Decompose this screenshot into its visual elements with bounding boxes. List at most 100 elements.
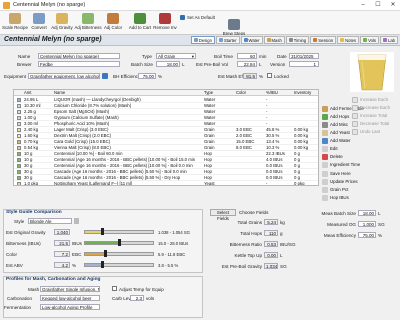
- add-to-cart-button[interactable]: Add to Cart: [128, 12, 152, 34]
- ingredient-type-icon: [17, 128, 21, 132]
- adj-color-button[interactable]: Adj Color: [102, 12, 124, 34]
- equipment-select[interactable]: Grainfather equipment, low alcohol: [28, 73, 100, 79]
- carb-level-input[interactable]: 2.3: [130, 295, 144, 301]
- ingredients-header: Amt Name Type Color %/IBU Inventory: [14, 90, 318, 96]
- side-button-2[interactable]: Add Misc: [322, 121, 348, 128]
- pre-boil-input[interactable]: 22.84: [237, 61, 257, 67]
- tab-water[interactable]: Water: [240, 36, 263, 44]
- inventory-cell: 0 pkg: [294, 181, 305, 186]
- measured-input[interactable]: 18.00: [358, 210, 376, 216]
- fermentation-label: Fermentation: [4, 305, 32, 310]
- side-button-label: Grain Pct: [330, 187, 349, 192]
- tab-lab[interactable]: Lab: [380, 36, 398, 44]
- side-button-9[interactable]: Update Prices: [322, 178, 358, 185]
- side-button-6[interactable]: Delete: [322, 153, 343, 160]
- ingredient-type-icon: [17, 110, 21, 114]
- measured-label: Meas Batch Size: [321, 211, 356, 216]
- action-icon: [352, 120, 358, 127]
- col-inventory[interactable]: Inventory: [294, 90, 311, 96]
- tab-session[interactable]: Session: [310, 36, 337, 44]
- type-label: Type: [142, 54, 152, 59]
- remove-icon: [159, 13, 171, 24]
- tab-label: Mash: [271, 37, 282, 43]
- boil-time-input[interactable]: 60: [237, 53, 257, 59]
- carbonation-select[interactable]: Kegged low-alcohol beer: [40, 295, 100, 301]
- ingredient-type-icon: [17, 140, 21, 144]
- locked-checkbox[interactable]: [267, 73, 272, 78]
- measured-input[interactable]: 75.00: [358, 232, 376, 238]
- tab-notes[interactable]: Notes: [337, 36, 360, 44]
- col-ibu[interactable]: %/IBU: [266, 90, 278, 96]
- ingredient-type-icon: [17, 152, 21, 156]
- maximize-button[interactable]: ☐: [371, 0, 385, 11]
- tab-mash[interactable]: Mash: [263, 36, 285, 44]
- hop-icon: [82, 13, 94, 24]
- tab-starter[interactable]: Starter: [215, 36, 240, 44]
- type-select[interactable]: All Grain ▾: [156, 53, 196, 59]
- mash-profile-select[interactable]: Grainfather Single Infusion, No Sparge: [40, 286, 100, 292]
- glass-action-4[interactable]: Undo Last: [352, 128, 380, 135]
- metric-fill: [85, 264, 102, 266]
- toolbar-label: Set As Default: [187, 15, 215, 20]
- tab-timing[interactable]: Timing: [285, 36, 310, 44]
- tab-design[interactable]: Design: [190, 36, 215, 44]
- side-button-icon: [322, 186, 328, 193]
- glass-action-0[interactable]: Increase Each: [352, 96, 388, 103]
- adj-gravity-button[interactable]: Adj Gravity: [50, 12, 74, 34]
- bh-efficiency-input[interactable]: 75.00: [138, 73, 156, 79]
- brew-steps-button[interactable]: Brew Steps: [222, 12, 246, 36]
- side-button-11[interactable]: Hop IBUs: [322, 194, 349, 201]
- ingredient-type-icon: [17, 182, 21, 185]
- window-title: Centennial Melyn (no sparge): [13, 2, 86, 8]
- set-as-default-button[interactable]: Set As Default: [180, 12, 224, 34]
- adj-bitterness-button[interactable]: Adj Bitterness: [74, 12, 102, 34]
- select-fields-button[interactable]: Select Fields: [210, 209, 236, 221]
- ingredient-type-icon: [17, 146, 21, 150]
- side-button-label: Add Hops: [330, 114, 350, 119]
- side-button-label: Save Here: [330, 171, 351, 176]
- side-button-8[interactable]: Save Here: [322, 170, 351, 177]
- table-row[interactable]: 1.0 pkg Nottingham Yeast (Lallemand F--) …: [14, 181, 318, 186]
- side-button-10[interactable]: Grain Pct: [322, 186, 348, 193]
- side-button-1[interactable]: Add Hops: [322, 113, 349, 120]
- side-button-4[interactable]: Add Water: [322, 137, 351, 144]
- close-button[interactable]: ✕: [386, 0, 400, 11]
- side-button-7[interactable]: Ingredient Time: [322, 161, 360, 168]
- measured-label: Meas Efficiency: [323, 233, 356, 238]
- glass-action-1[interactable]: Decrease Each: [352, 104, 390, 111]
- side-button-icon: [322, 113, 328, 120]
- scale-recipe-button[interactable]: Scale Recipe: [2, 12, 28, 34]
- equipment-value: Grainfather equipment, low alcohol: [30, 74, 100, 79]
- col-color[interactable]: Color: [236, 90, 246, 96]
- timing-icon: [288, 38, 293, 42]
- date-input[interactable]: 31/01/2025: [289, 53, 319, 59]
- style-info-icon[interactable]: [74, 218, 79, 224]
- col-name[interactable]: Name: [54, 90, 65, 96]
- brewer-input[interactable]: Fedbe: [38, 61, 120, 67]
- tab-vols[interactable]: Vols: [360, 36, 379, 44]
- remove-inv-button[interactable]: Remove Inv: [152, 12, 178, 34]
- version-input[interactable]: 1: [289, 61, 319, 67]
- equipment-edit-icon[interactable]: [102, 73, 108, 79]
- batch-size-input[interactable]: 18.00: [156, 61, 180, 67]
- side-button-icon: [322, 121, 328, 128]
- measured-input[interactable]: 1.000: [358, 221, 376, 227]
- col-type[interactable]: Type: [204, 90, 213, 96]
- fermentation-select[interactable]: Low-alcohol Aging Profile: [40, 304, 100, 310]
- toolbar-label: Add to Cart: [128, 25, 152, 30]
- side-button-label: Add Water: [330, 138, 351, 143]
- side-button-5[interactable]: Edit: [322, 145, 338, 152]
- metric-fill: [85, 242, 119, 244]
- ingredient-type-icon: [17, 164, 21, 168]
- convert-button[interactable]: Convert: [28, 12, 50, 34]
- cart-icon: [134, 13, 146, 24]
- metric-fill: [85, 253, 106, 255]
- side-button-3[interactable]: Add Yeast: [322, 129, 350, 136]
- glass-action-2[interactable]: Increase Total: [352, 112, 387, 119]
- minimize-button[interactable]: –: [356, 0, 370, 11]
- style-select[interactable]: Blonde Ale: [28, 218, 72, 224]
- glass-action-3[interactable]: Decrease Total: [352, 120, 389, 127]
- col-amount[interactable]: Amt: [24, 90, 31, 96]
- adjust-temp-checkbox[interactable]: [112, 286, 117, 291]
- name-input[interactable]: Centennial Melyn (no sparge): [38, 53, 120, 59]
